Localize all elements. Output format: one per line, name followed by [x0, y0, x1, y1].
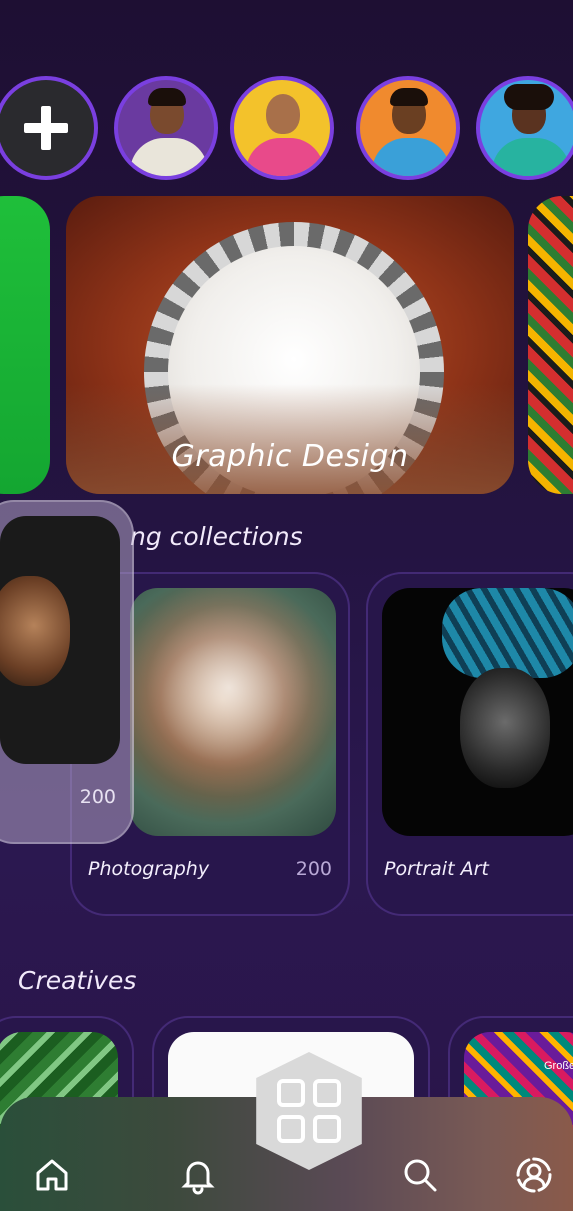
photography-thumbnail — [130, 588, 336, 836]
collection-count: 200 — [79, 786, 116, 808]
featured-card-graphic-design[interactable]: Graphic Design — [66, 196, 514, 494]
avatar — [234, 80, 330, 176]
nav-home[interactable] — [32, 1155, 72, 1195]
illustration-thumbnail — [0, 516, 120, 764]
bell-icon — [181, 1161, 215, 1195]
story-avatar-2[interactable] — [230, 76, 334, 180]
avatar — [118, 80, 214, 176]
collection-card-dragging[interactable]: 200 — [0, 500, 134, 844]
nav-notifications[interactable] — [178, 1155, 218, 1195]
collections-heading: ng collections — [130, 522, 303, 551]
collection-name: Portrait Art — [384, 858, 489, 880]
profile-icon — [516, 1157, 552, 1193]
plus-icon — [24, 106, 68, 150]
avatar — [360, 80, 456, 176]
collection-count: 200 — [295, 858, 332, 880]
featured-card-green[interactable] — [0, 196, 50, 494]
story-avatar-4[interactable] — [476, 76, 573, 180]
collection-card-portrait-art[interactable]: Portrait Art — [366, 572, 573, 916]
nav-profile[interactable] — [514, 1155, 554, 1195]
grid-icon — [277, 1079, 341, 1143]
app-screen: Graphic Design ng collections Photograph… — [0, 0, 573, 1211]
featured-card-pattern[interactable] — [528, 196, 573, 494]
collection-name: Photography — [88, 858, 210, 880]
search-icon — [404, 1159, 437, 1192]
nav-search[interactable] — [400, 1155, 440, 1195]
avatar — [480, 80, 573, 176]
creative-caption: Große — [544, 1060, 573, 1072]
featured-card-label: Graphic Design — [171, 439, 409, 474]
creatives-heading: Creatives — [18, 966, 137, 995]
story-avatar-3[interactable] — [356, 76, 460, 180]
portrait-art-thumbnail — [382, 588, 573, 836]
home-icon — [36, 1159, 68, 1191]
story-avatar-1[interactable] — [114, 76, 218, 180]
add-story-button[interactable] — [0, 76, 98, 180]
